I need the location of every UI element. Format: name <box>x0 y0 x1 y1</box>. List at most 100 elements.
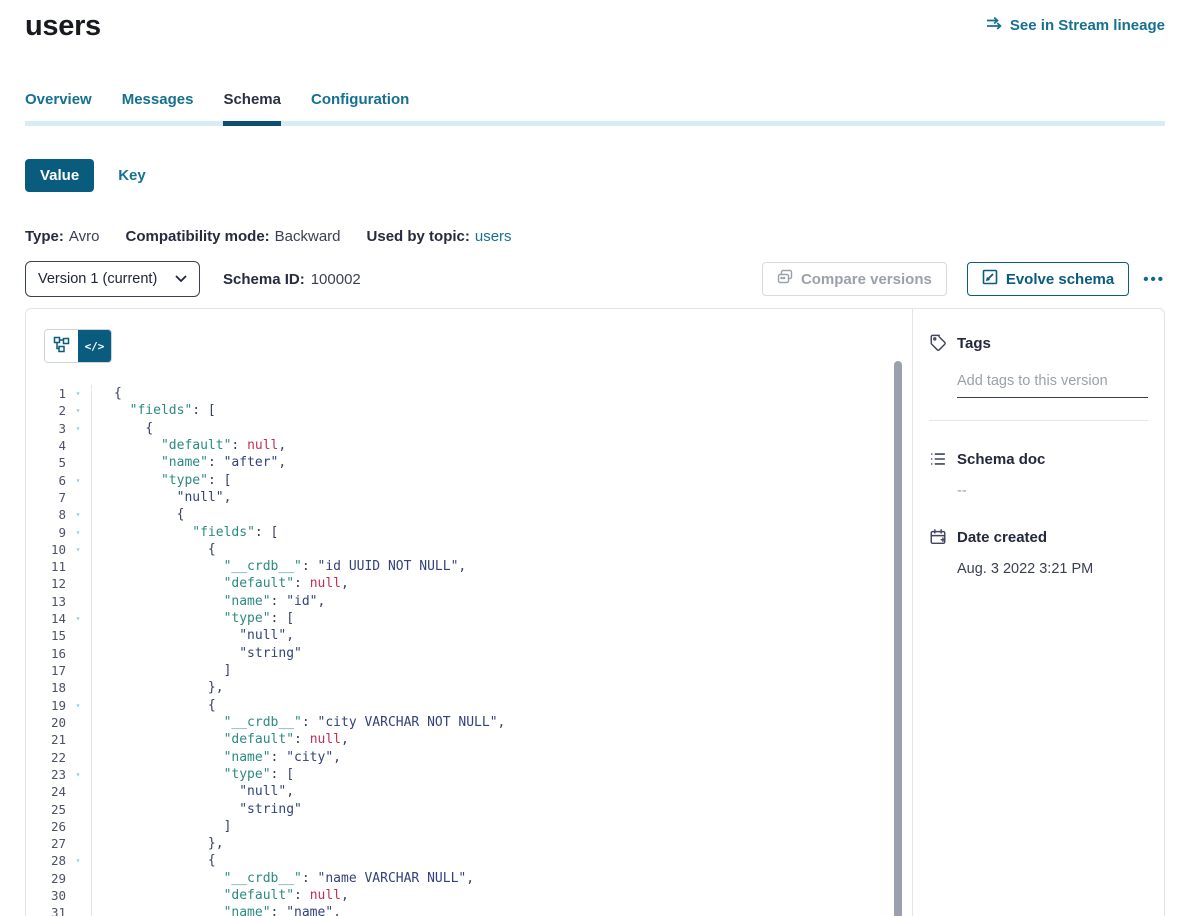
code-line: 23▾ "type": [ <box>26 766 912 783</box>
fold-chevron-icon[interactable]: ▾ <box>66 385 90 402</box>
code-line: 15 "null", <box>26 627 912 644</box>
code-line: 13 "name": "id", <box>26 593 912 610</box>
tab-messages[interactable]: Messages <box>122 91 194 126</box>
code-line: 12 "default": null, <box>26 575 912 592</box>
line-number: 7 <box>26 489 66 506</box>
compare-versions-button[interactable]: Compare versions <box>762 262 947 296</box>
schema-sidebar: Tags Schema doc -- <box>912 309 1164 916</box>
fold-chevron-icon[interactable]: ▾ <box>66 506 90 523</box>
code-line: 24 "null", <box>26 783 912 800</box>
version-select-value: Version 1 (current) <box>38 271 157 287</box>
code-text: "string" <box>92 645 302 662</box>
fold-chevron-icon[interactable]: ▾ <box>66 766 90 783</box>
code-line: 3▾ { <box>26 420 912 437</box>
stream-lineage-icon <box>986 16 1003 34</box>
code-text: "type": [ <box>92 766 294 783</box>
line-number: 1 <box>26 385 66 402</box>
page-title: users <box>25 10 101 43</box>
topic-link[interactable]: users <box>475 228 512 245</box>
line-number: 22 <box>26 749 66 766</box>
code-text: "name": "name", <box>92 904 341 916</box>
code-line: 28▾ { <box>26 852 912 869</box>
code-text: { <box>92 541 216 558</box>
code-text: "name": "after", <box>92 454 286 471</box>
version-select[interactable]: Version 1 (current) <box>25 261 200 297</box>
line-number: 31 <box>26 904 66 916</box>
line-number: 5 <box>26 454 66 471</box>
compare-versions-label: Compare versions <box>801 271 932 288</box>
line-number: 23 <box>26 766 66 783</box>
evolve-schema-label: Evolve schema <box>1006 271 1114 288</box>
fold-chevron-icon[interactable]: ▾ <box>66 610 90 627</box>
more-actions-button[interactable]: ••• <box>1143 271 1165 288</box>
line-number: 19 <box>26 697 66 714</box>
code-line: 10▾ { <box>26 541 912 558</box>
code-line: 14▾ "type": [ <box>26 610 912 627</box>
code-text: "type": [ <box>92 610 294 627</box>
code-line: 20 "__crdb__": "city VARCHAR NOT NULL", <box>26 714 912 731</box>
line-number: 25 <box>26 801 66 818</box>
code-text: ] <box>92 662 231 679</box>
line-number: 8 <box>26 506 66 523</box>
schema-id-field: Schema ID:100002 <box>223 271 361 288</box>
tags-title: Tags <box>957 335 991 352</box>
subject-toggle: Value Key <box>25 159 1165 192</box>
type-label: Type: <box>25 228 64 245</box>
line-number: 10 <box>26 541 66 558</box>
tab-configuration[interactable]: Configuration <box>311 91 409 126</box>
schema-doc-title: Schema doc <box>957 451 1045 468</box>
line-number: 6 <box>26 472 66 489</box>
code-line: 17 ] <box>26 662 912 679</box>
line-number: 28 <box>26 852 66 869</box>
key-toggle-button[interactable]: Key <box>118 167 146 184</box>
fold-chevron-icon[interactable]: ▾ <box>66 852 90 869</box>
code-line: 16 "string" <box>26 645 912 662</box>
code-line: 31 "name": "name", <box>26 904 912 916</box>
code-view-icon: </> <box>85 340 105 353</box>
code-text: "default": null, <box>92 731 349 748</box>
edit-square-icon <box>982 269 998 289</box>
fold-chevron-icon[interactable]: ▾ <box>66 420 90 437</box>
code-line: 25 "string" <box>26 801 912 818</box>
page-header: users See in Stream lineage <box>25 10 1165 43</box>
fold-chevron-icon[interactable]: ▾ <box>66 697 90 714</box>
tree-view-button[interactable] <box>45 330 78 362</box>
compat-field: Compatibility mode:Backward <box>125 228 340 245</box>
fold-chevron-icon[interactable]: ▾ <box>66 472 90 489</box>
schema-meta: Type:Avro Compatibility mode:Backward Us… <box>25 228 1165 245</box>
code-text: { <box>92 852 216 869</box>
code-text: "default": null, <box>92 575 349 592</box>
stream-lineage-link[interactable]: See in Stream lineage <box>986 16 1165 34</box>
code-line: 18 }, <box>26 679 912 696</box>
line-number: 24 <box>26 783 66 800</box>
compat-label: Compatibility mode: <box>125 228 269 245</box>
calendar-plus-icon <box>929 528 947 551</box>
code-text: "fields": [ <box>92 402 216 419</box>
line-number: 29 <box>26 870 66 887</box>
value-toggle-button[interactable]: Value <box>25 159 94 192</box>
code-text: ] <box>92 818 231 835</box>
code-text: "null", <box>92 783 294 800</box>
tab-schema[interactable]: Schema <box>223 91 281 126</box>
topic-label: Used by topic: <box>367 228 470 245</box>
chevron-down-icon <box>175 271 187 287</box>
code-text: "string" <box>92 801 302 818</box>
code-line: 2▾ "fields": [ <box>26 402 912 419</box>
line-number: 3 <box>26 420 66 437</box>
code-text: { <box>92 420 153 437</box>
line-number: 13 <box>26 593 66 610</box>
schema-doc-section: Schema doc <box>929 451 1148 473</box>
evolve-schema-button[interactable]: Evolve schema <box>967 262 1129 296</box>
tab-overview[interactable]: Overview <box>25 91 92 126</box>
copy-compare-icon <box>777 269 793 289</box>
code-view-button[interactable]: </> <box>78 330 111 362</box>
tab-bar: Overview Messages Schema Configuration <box>25 91 1165 126</box>
schema-id-label: Schema ID: <box>223 271 305 288</box>
fold-chevron-icon[interactable]: ▾ <box>66 524 90 541</box>
code-scrollbar-thumb[interactable] <box>894 361 902 916</box>
code-line: 21 "default": null, <box>26 731 912 748</box>
code-line: 11 "__crdb__": "id UUID NOT NULL", <box>26 558 912 575</box>
fold-chevron-icon[interactable]: ▾ <box>66 541 90 558</box>
fold-chevron-icon[interactable]: ▾ <box>66 402 90 419</box>
tags-input[interactable] <box>957 371 1148 398</box>
